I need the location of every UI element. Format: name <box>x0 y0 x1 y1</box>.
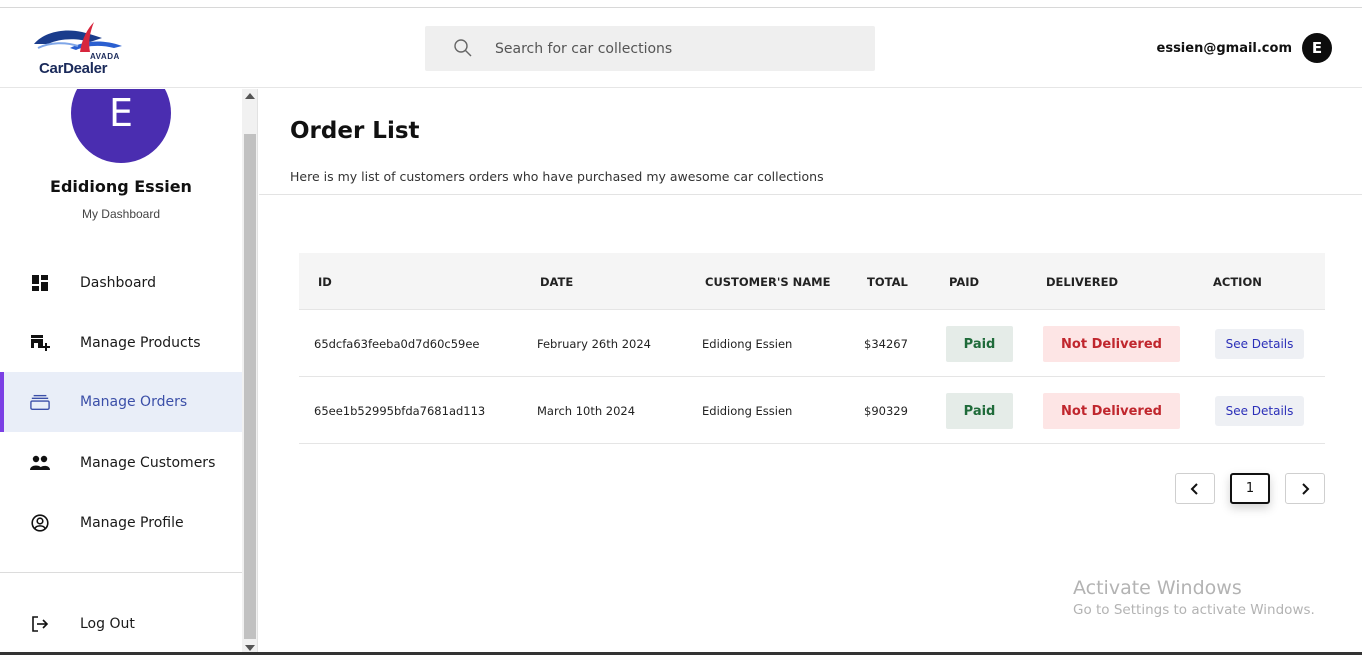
see-details-button[interactable]: See Details <box>1215 329 1304 359</box>
search-icon[interactable] <box>453 38 473 58</box>
add-product-icon <box>30 333 50 353</box>
user-avatar[interactable]: E <box>1302 33 1332 63</box>
delivery-status-badge: Not Delivered <box>1043 326 1180 362</box>
sidebar-item-dashboard[interactable]: Dashboard <box>0 253 242 313</box>
top-header: AVADA CarDealer essien@gmail.com E <box>0 8 1362 88</box>
order-date: February 26th 2024 <box>537 337 651 351</box>
column-header-date: DATE <box>540 275 574 289</box>
profile-name: Edidiong Essien <box>50 177 192 196</box>
scroll-thumb[interactable] <box>244 134 256 639</box>
order-id: 65ee1b52995bfda7681ad113 <box>314 404 486 418</box>
customers-icon <box>30 453 50 473</box>
delivery-status-badge: Not Delivered <box>1043 393 1180 429</box>
sidebar-divider <box>0 572 242 573</box>
logout-icon <box>30 614 50 634</box>
column-header-total: TOTAL <box>867 275 908 289</box>
logout-button[interactable]: Log Out <box>0 594 242 654</box>
page-title: Order List <box>290 118 420 144</box>
table-row: 65dcfa63feeba0d7d60c59ee February 26th 2… <box>299 310 1325 377</box>
orders-icon <box>30 392 50 412</box>
top-border <box>0 0 1362 8</box>
sidebar-scrollbar[interactable] <box>242 89 258 655</box>
next-page-button[interactable] <box>1285 473 1325 504</box>
table-row: 65ee1b52995bfda7681ad113 March 10th 2024… <box>299 377 1325 444</box>
sidebar-item-label: Manage Customers <box>80 455 216 471</box>
profile-avatar: E <box>71 89 171 163</box>
order-total: $34267 <box>864 337 908 351</box>
see-details-button[interactable]: See Details <box>1215 396 1304 426</box>
table-header: ID DATE CUSTOMER'S NAME TOTAL PAID DELIV… <box>299 253 1325 310</box>
paid-badge: Paid <box>946 393 1013 429</box>
main-content: Order List Here is my list of customers … <box>259 89 1362 655</box>
logo-text: CarDealer <box>39 60 108 77</box>
sidebar-item-manage-profile[interactable]: Manage Profile <box>0 493 242 553</box>
scroll-up-arrow-icon[interactable] <box>245 93 255 99</box>
sidebar-item-label: Dashboard <box>80 275 156 291</box>
order-id: 65dcfa63feeba0d7d60c59ee <box>314 337 480 351</box>
sidebar: E Edidiong Essien My Dashboard Dashboard… <box>0 89 242 655</box>
page-description: Here is my list of customers orders who … <box>290 169 824 184</box>
sidebar-item-manage-products[interactable]: Manage Products <box>0 313 242 373</box>
chevron-right-icon <box>1302 482 1310 495</box>
orders-table: ID DATE CUSTOMER'S NAME TOTAL PAID DELIV… <box>299 253 1325 444</box>
chevron-left-icon <box>1190 482 1198 495</box>
order-total: $90329 <box>864 404 908 418</box>
profile-icon <box>30 513 50 533</box>
content-divider <box>259 194 1362 195</box>
order-date: March 10th 2024 <box>537 404 636 418</box>
customer-name: Edidiong Essien <box>702 337 793 351</box>
current-page-button[interactable]: 1 <box>1230 473 1270 504</box>
activate-windows-title: Activate Windows <box>1073 577 1242 599</box>
dashboard-icon <box>30 273 50 293</box>
sidebar-item-label: Manage Profile <box>80 515 184 531</box>
logout-label: Log Out <box>80 616 135 632</box>
sidebar-item-label: Manage Orders <box>80 394 188 410</box>
search-bar[interactable] <box>425 26 875 71</box>
sidebar-item-manage-orders[interactable]: Manage Orders <box>0 372 242 432</box>
sidebar-item-manage-customers[interactable]: Manage Customers <box>0 433 242 493</box>
search-input[interactable] <box>495 26 865 71</box>
column-header-delivered: DELIVERED <box>1046 275 1119 289</box>
scroll-down-arrow-icon[interactable] <box>245 645 255 651</box>
column-header-id: ID <box>318 275 332 289</box>
previous-page-button[interactable] <box>1175 473 1215 504</box>
sidebar-item-label: Manage Products <box>80 335 201 351</box>
customer-name: Edidiong Essien <box>702 404 793 418</box>
cardealer-logo[interactable]: AVADA CarDealer <box>30 18 130 80</box>
column-header-action: ACTION <box>1213 275 1262 289</box>
profile-subtitle: My Dashboard <box>81 207 161 221</box>
paid-badge: Paid <box>946 326 1013 362</box>
column-header-paid: PAID <box>949 275 980 289</box>
column-header-customer: CUSTOMER'S NAME <box>705 275 831 289</box>
activate-windows-subtitle: Go to Settings to activate Windows. <box>1073 602 1315 618</box>
user-email: essien@gmail.com <box>1156 41 1292 56</box>
